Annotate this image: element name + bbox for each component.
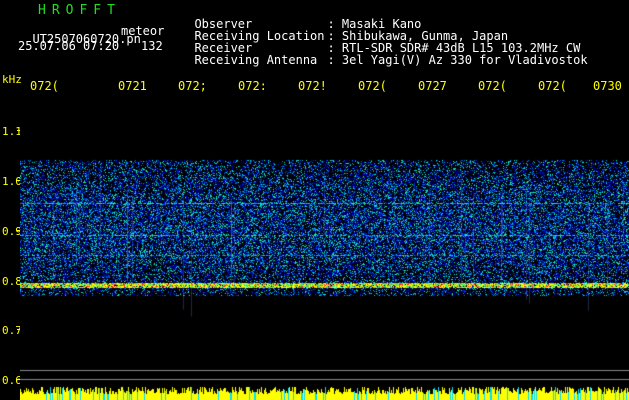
meteor-count: 132 [141,39,163,53]
y-tick-label: 1.1 [2,125,22,138]
timestamp: 25.07.06 07:20 [18,39,120,53]
meta-value: : 3el Yagi(V) Az 330 for Vladivostok [327,53,588,67]
x-tick-label: 072( [538,79,567,93]
x-tick-label: 0721 [118,79,147,93]
y-tick-label: 0.6 [2,374,22,387]
x-tick-label: 072! [298,79,327,93]
y-tick-label: 1.0 [2,175,22,188]
meta-antenna: Receiving Antenna : 3el Yagi(V) Az 330 fo… [180,42,588,67]
meta-key: Receiving Antenna [194,53,318,67]
app-brand: HROFFT [38,3,121,18]
x-tick-label: 072; [178,79,207,93]
x-tick-label: 0730 [593,79,622,93]
y-tick-label: 0.8 [2,275,22,288]
x-tick-label: 072( [478,79,507,93]
x-tick-label: 072: [238,79,267,93]
y-axis-unit: kHz [2,73,22,86]
y-tick-label: 0.9 [2,225,22,238]
x-tick-label: 0727 [418,79,447,93]
spectrogram-display [20,100,629,400]
x-tick-label: 072( [358,79,387,93]
y-tick-label: 0.7 [2,324,22,337]
meteor-tag: meteor [121,24,165,38]
x-tick-label: 072( [30,79,59,93]
